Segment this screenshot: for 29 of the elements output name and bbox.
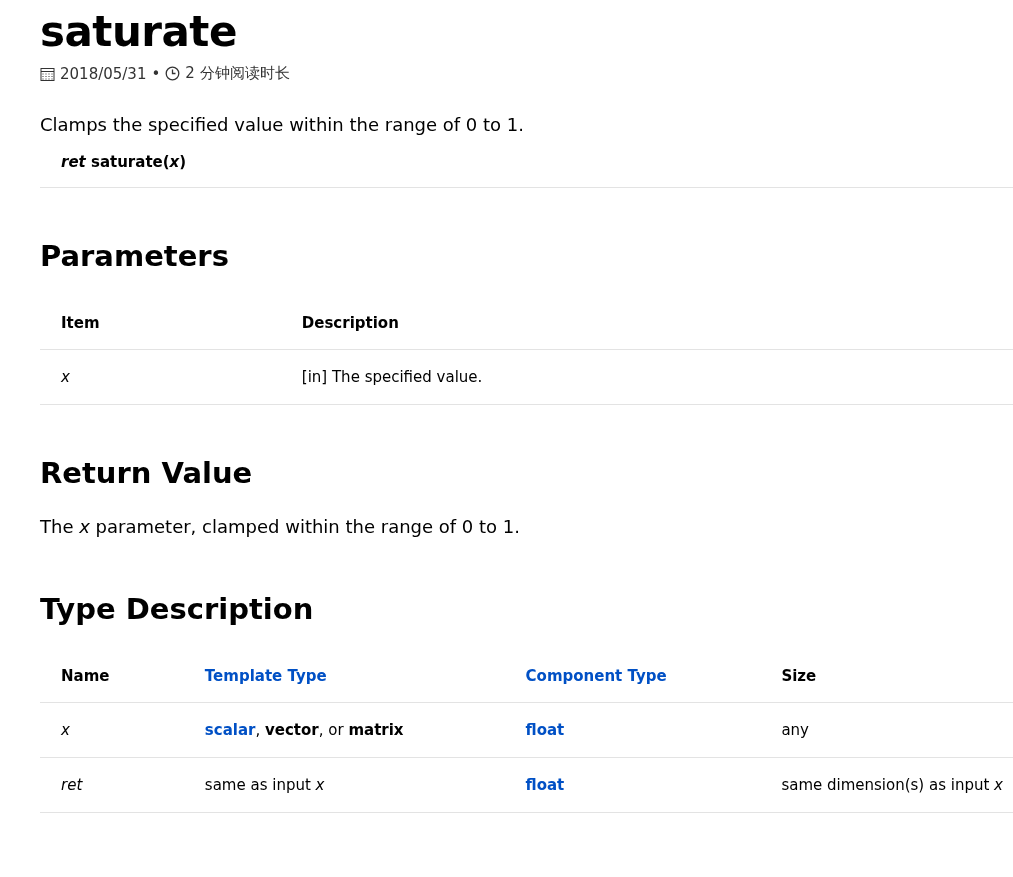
- column-header: Item: [40, 296, 281, 350]
- syntax-text: ret saturate(x): [40, 139, 1013, 188]
- summary-text: Clamps the specified value within the range of 0 to 1.: [40, 113, 525, 137]
- section-heading: Type Description: [40, 591, 315, 628]
- calendar-icon: [40, 66, 55, 81]
- clock-icon: [165, 66, 181, 81]
- cell-text: same dimension(s) as input x: [781, 776, 1003, 794]
- cell-text: scalar, vector, or matrix: [204, 721, 404, 739]
- separator-text: •: [151, 64, 161, 83]
- link[interactable]: scalar: [204, 721, 256, 739]
- paragraph-text: The x parameter, clamped within the range of 0 to 1.: [40, 515, 521, 539]
- column-header: Description: [280, 296, 1013, 350]
- cell-text: any: [781, 721, 809, 739]
- column-header[interactable]: Template Type: [183, 649, 505, 703]
- date-text: 2018/05/31: [60, 64, 147, 83]
- column-header[interactable]: Component Type: [504, 649, 761, 703]
- cell-text: ret: [61, 776, 83, 794]
- cell-text: same as input x: [204, 776, 325, 794]
- section-heading: Return Value: [40, 455, 254, 492]
- cell-text: [in] The specified value.: [301, 368, 483, 386]
- link[interactable]: float: [525, 721, 565, 739]
- page-title: saturate: [40, 6, 238, 58]
- column-header: Name: [40, 649, 184, 703]
- link[interactable]: float: [525, 776, 565, 794]
- column-header: Size: [760, 649, 1013, 703]
- section-heading: Parameters: [40, 238, 230, 275]
- cell-text: x: [61, 368, 70, 386]
- cell-text: x: [61, 721, 70, 739]
- reading-time-text: 2 分钟阅读时长: [185, 64, 290, 83]
